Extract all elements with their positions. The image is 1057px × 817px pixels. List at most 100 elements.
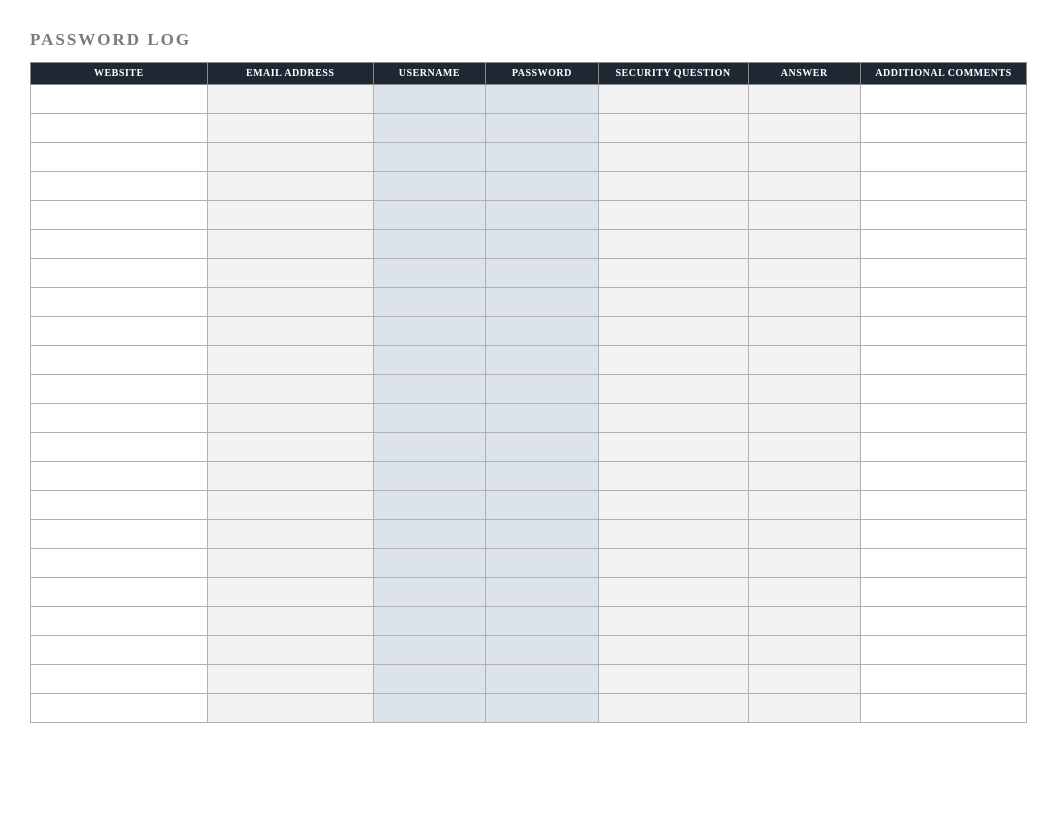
cell-answer[interactable]: [748, 259, 860, 288]
cell-comments[interactable]: [860, 346, 1026, 375]
cell-website[interactable]: [31, 636, 208, 665]
cell-comments[interactable]: [860, 462, 1026, 491]
cell-security[interactable]: [598, 143, 748, 172]
cell-username[interactable]: [373, 694, 485, 723]
cell-email[interactable]: [207, 172, 373, 201]
cell-password[interactable]: [486, 607, 598, 636]
cell-email[interactable]: [207, 114, 373, 143]
cell-security[interactable]: [598, 549, 748, 578]
cell-security[interactable]: [598, 578, 748, 607]
cell-answer[interactable]: [748, 230, 860, 259]
cell-website[interactable]: [31, 491, 208, 520]
cell-username[interactable]: [373, 85, 485, 114]
cell-comments[interactable]: [860, 433, 1026, 462]
cell-website[interactable]: [31, 172, 208, 201]
cell-email[interactable]: [207, 404, 373, 433]
cell-password[interactable]: [486, 462, 598, 491]
cell-password[interactable]: [486, 288, 598, 317]
cell-security[interactable]: [598, 520, 748, 549]
cell-email[interactable]: [207, 636, 373, 665]
cell-password[interactable]: [486, 172, 598, 201]
cell-answer[interactable]: [748, 114, 860, 143]
cell-website[interactable]: [31, 346, 208, 375]
cell-answer[interactable]: [748, 317, 860, 346]
cell-comments[interactable]: [860, 259, 1026, 288]
cell-username[interactable]: [373, 172, 485, 201]
cell-username[interactable]: [373, 317, 485, 346]
cell-username[interactable]: [373, 143, 485, 172]
cell-security[interactable]: [598, 665, 748, 694]
cell-comments[interactable]: [860, 520, 1026, 549]
cell-password[interactable]: [486, 404, 598, 433]
cell-username[interactable]: [373, 201, 485, 230]
cell-username[interactable]: [373, 636, 485, 665]
cell-website[interactable]: [31, 404, 208, 433]
cell-email[interactable]: [207, 143, 373, 172]
cell-comments[interactable]: [860, 404, 1026, 433]
cell-username[interactable]: [373, 462, 485, 491]
cell-website[interactable]: [31, 143, 208, 172]
cell-security[interactable]: [598, 346, 748, 375]
cell-password[interactable]: [486, 201, 598, 230]
cell-security[interactable]: [598, 375, 748, 404]
cell-password[interactable]: [486, 375, 598, 404]
cell-email[interactable]: [207, 520, 373, 549]
cell-website[interactable]: [31, 288, 208, 317]
cell-security[interactable]: [598, 694, 748, 723]
cell-comments[interactable]: [860, 549, 1026, 578]
cell-username[interactable]: [373, 520, 485, 549]
cell-security[interactable]: [598, 607, 748, 636]
cell-website[interactable]: [31, 230, 208, 259]
cell-comments[interactable]: [860, 143, 1026, 172]
cell-username[interactable]: [373, 375, 485, 404]
cell-email[interactable]: [207, 491, 373, 520]
cell-website[interactable]: [31, 317, 208, 346]
cell-website[interactable]: [31, 114, 208, 143]
cell-username[interactable]: [373, 665, 485, 694]
cell-password[interactable]: [486, 433, 598, 462]
cell-comments[interactable]: [860, 578, 1026, 607]
cell-password[interactable]: [486, 143, 598, 172]
cell-answer[interactable]: [748, 491, 860, 520]
cell-comments[interactable]: [860, 317, 1026, 346]
cell-comments[interactable]: [860, 636, 1026, 665]
cell-email[interactable]: [207, 259, 373, 288]
cell-email[interactable]: [207, 462, 373, 491]
cell-email[interactable]: [207, 288, 373, 317]
cell-website[interactable]: [31, 433, 208, 462]
cell-username[interactable]: [373, 346, 485, 375]
cell-username[interactable]: [373, 230, 485, 259]
cell-website[interactable]: [31, 665, 208, 694]
cell-answer[interactable]: [748, 404, 860, 433]
cell-username[interactable]: [373, 288, 485, 317]
cell-comments[interactable]: [860, 694, 1026, 723]
cell-security[interactable]: [598, 230, 748, 259]
cell-username[interactable]: [373, 607, 485, 636]
cell-password[interactable]: [486, 317, 598, 346]
cell-username[interactable]: [373, 259, 485, 288]
cell-answer[interactable]: [748, 549, 860, 578]
cell-comments[interactable]: [860, 491, 1026, 520]
cell-answer[interactable]: [748, 375, 860, 404]
cell-email[interactable]: [207, 578, 373, 607]
cell-security[interactable]: [598, 636, 748, 665]
cell-answer[interactable]: [748, 462, 860, 491]
cell-password[interactable]: [486, 549, 598, 578]
cell-security[interactable]: [598, 491, 748, 520]
cell-password[interactable]: [486, 520, 598, 549]
cell-security[interactable]: [598, 288, 748, 317]
cell-website[interactable]: [31, 201, 208, 230]
cell-email[interactable]: [207, 607, 373, 636]
cell-security[interactable]: [598, 85, 748, 114]
cell-comments[interactable]: [860, 230, 1026, 259]
cell-comments[interactable]: [860, 114, 1026, 143]
cell-answer[interactable]: [748, 172, 860, 201]
cell-comments[interactable]: [860, 288, 1026, 317]
cell-answer[interactable]: [748, 665, 860, 694]
cell-website[interactable]: [31, 462, 208, 491]
cell-comments[interactable]: [860, 375, 1026, 404]
cell-email[interactable]: [207, 433, 373, 462]
cell-website[interactable]: [31, 607, 208, 636]
cell-answer[interactable]: [748, 636, 860, 665]
cell-security[interactable]: [598, 317, 748, 346]
